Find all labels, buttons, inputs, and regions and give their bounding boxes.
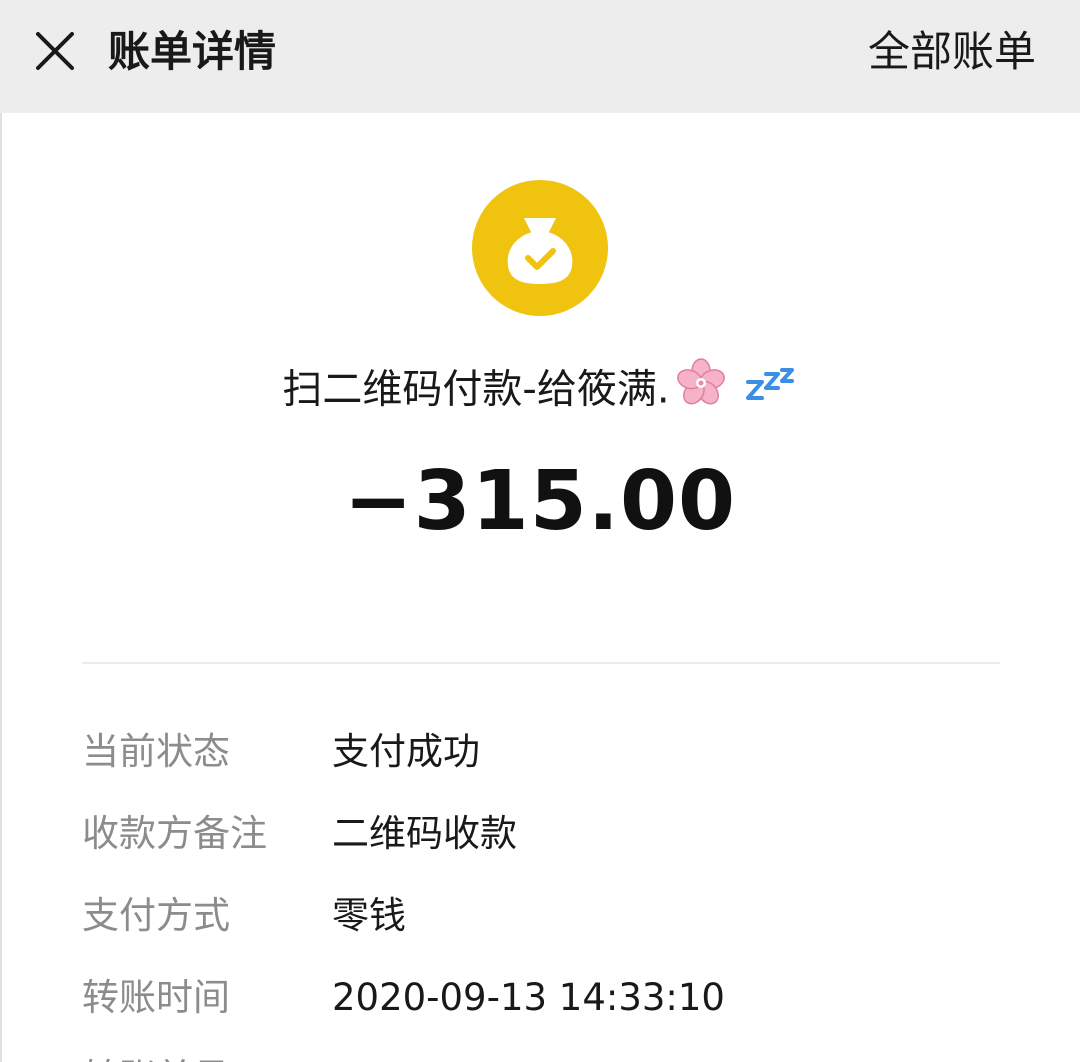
divider — [82, 662, 1000, 664]
transaction-icon — [472, 180, 608, 316]
detail-label: 收款方备注 — [82, 812, 267, 855]
all-bills-button[interactable]: 全部账单 — [868, 24, 1036, 80]
detail-row-payee-note: 收款方备注 二维码收款 — [82, 804, 1032, 864]
amount: −315.00 — [343, 454, 737, 549]
zzz-emoji — [744, 356, 798, 427]
page-title: 账单详情 — [108, 27, 277, 76]
detail-row-payment-method: 支付方式 零钱 — [82, 886, 1032, 946]
detail-label: 转账时间 — [82, 976, 230, 1019]
merchant-text: 扫二维码付款-给筱满. — [282, 366, 670, 413]
close-button[interactable] — [28, 22, 84, 78]
detail-value: 2020-09-13 14:33:10 — [332, 976, 725, 1019]
cherry-blossom-emoji — [674, 356, 728, 427]
top-bar: 账单详情 全部账单 — [0, 0, 1080, 113]
detail-value: 二维码收款 — [332, 812, 517, 855]
detail-value: 支付成功 — [332, 730, 480, 773]
page-left-border — [0, 113, 2, 1062]
detail-value: 零钱 — [332, 894, 406, 937]
detail-row-status: 当前状态 支付成功 — [82, 722, 1032, 782]
detail-label: 支付方式 — [82, 894, 230, 937]
close-icon — [36, 32, 74, 70]
detail-label: 当前状态 — [82, 730, 230, 773]
money-bag-check-icon — [507, 218, 573, 284]
detail-row-partial: 转账单号 — [82, 1044, 382, 1062]
detail-label: 转账单号 — [82, 1048, 230, 1062]
detail-row-transfer-time: 转账时间 2020-09-13 14:33:10 — [82, 968, 1032, 1028]
merchant-name: 扫二维码付款-给筱满. — [0, 356, 1080, 427]
